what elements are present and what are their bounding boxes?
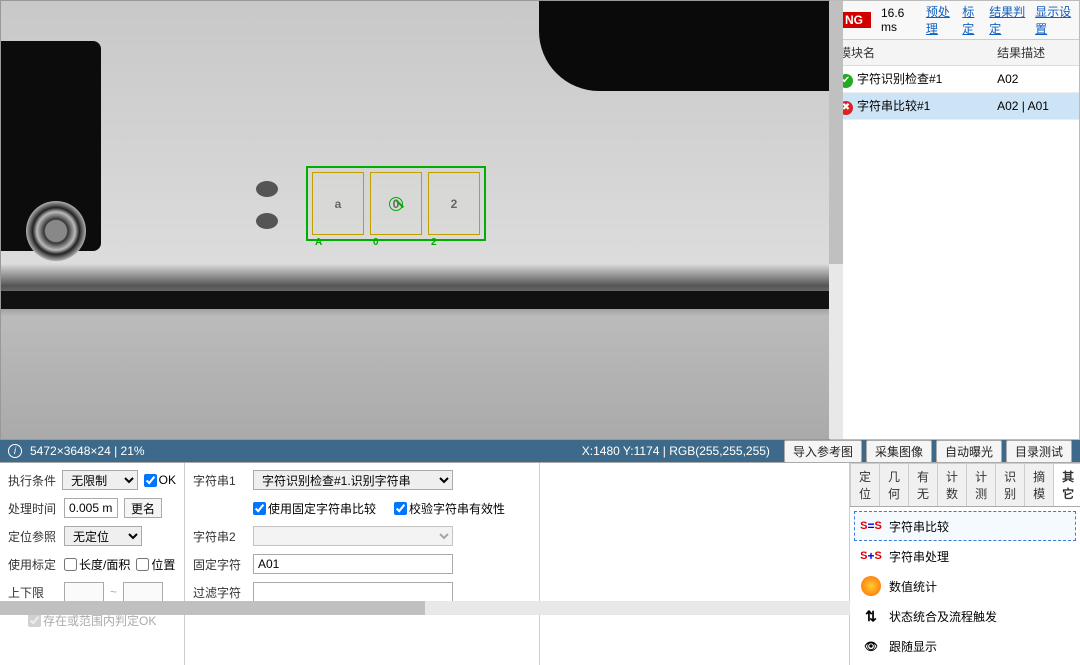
range-min-input [64,582,104,602]
fixed-string-label: 固定字符 [193,556,247,573]
string1-select[interactable]: 字符识别检查#1.识别字符串 [253,470,453,490]
toolbox-tabs: 定位 几何 有无 计数 计测 识别 摘模 其它 [850,463,1080,507]
processing-time: 16.6 ms [881,6,916,34]
part-feature-bolt [26,201,86,261]
tool-string-process[interactable]: S+S 字符串处理 [854,541,1076,571]
range-label: 上下限 [8,584,58,601]
result-row-ng[interactable]: 字符串比较#1A02 | A01 [831,93,1079,120]
lower-hscrollbar[interactable] [0,601,850,615]
range-max-input [123,582,163,602]
ok-checkbox[interactable] [144,474,157,487]
char-box-2: 22 [428,172,480,235]
loc-ref-label: 定位参照 [8,528,58,545]
info-icon: i [8,444,22,458]
viewer-vscrollbar[interactable] [829,1,843,439]
directory-test-button[interactable]: 目录测试 [1006,440,1072,463]
tab-recognize[interactable]: 识别 [995,463,1025,506]
validate-checkbox[interactable] [394,502,407,515]
len-area-checkbox[interactable] [64,558,77,571]
tab-measure[interactable]: 计测 [966,463,996,506]
link-display-settings[interactable]: 显示设置 [1035,3,1073,37]
info-bar: i 5472×3648×24 | 21% X:1480 Y:1174 | RGB… [0,440,1080,462]
result-table: 模块名 结果描述 字符识别检查#1A02 字符串比较#1A02 | A01 [831,40,1079,120]
results-panel: NG 16.6 ms 预处理 标定 结果判定 显示设置 模块名 结果描述 字符识… [830,0,1080,440]
string-compare-panel: 字符串1 字符识别检查#1.识别字符串 使用固定字符串比较 校验字符串有效性 字… [185,463,540,665]
use-calib-label: 使用标定 [8,556,58,573]
tab-count[interactable]: 计数 [937,463,967,506]
string2-select [253,526,453,546]
inspection-image: aA 00 22 [1,1,829,439]
range-ok-checkbox [28,614,41,627]
tab-geometry[interactable]: 几何 [879,463,909,506]
tool-follow-display[interactable]: 👁 跟随显示 [854,631,1076,661]
flow-icon: ⇅ [861,606,881,626]
exec-condition-select[interactable]: 无限制 [62,470,138,490]
link-preprocess[interactable]: 预处理 [926,3,954,37]
part-feature-band [1,291,829,309]
string1-label: 字符串1 [193,472,247,489]
string2-label: 字符串2 [193,528,247,545]
loc-ref-select[interactable]: 无定位 [64,526,142,546]
part-feature-dots [256,181,278,229]
tab-locate[interactable]: 定位 [850,463,880,506]
tab-template[interactable]: 摘模 [1024,463,1054,506]
char-box-0: aA [312,172,364,235]
col-module-name[interactable]: 模块名 [831,40,989,66]
col-result-desc[interactable]: 结果描述 [989,40,1079,66]
tool-string-compare[interactable]: S=S 字符串比较 [854,511,1076,541]
proc-time-label: 处理时间 [8,500,58,517]
tool-state-flow[interactable]: ⇅ 状态统合及流程触发 [854,601,1076,631]
link-calibration[interactable]: 标定 [962,3,981,37]
statistics-icon [861,576,881,596]
string-compare-icon: S=S [861,516,881,536]
capture-image-button[interactable]: 采集图像 [866,440,932,463]
image-viewer[interactable]: aA 00 22 [0,0,830,440]
char-box-1: 00 [370,172,422,235]
use-fixed-checkbox[interactable] [253,502,266,515]
result-row-ok[interactable]: 字符识别检查#1A02 [831,66,1079,93]
filter-string-input[interactable] [253,582,453,602]
module-settings-panel: 执行条件 无限制 OK 处理时间 更名 定位参照 无定位 使用标定 长度/面积 … [0,463,185,665]
tool-statistics[interactable]: 数值统计 [854,571,1076,601]
empty-panel [540,463,850,665]
status-bar: NG 16.6 ms 预处理 标定 结果判定 显示设置 [831,1,1079,40]
position-checkbox[interactable] [136,558,149,571]
part-feature-corner [539,1,829,91]
toolbox-panel: 定位 几何 有无 计数 计测 识别 摘模 其它 S=S 字符串比较 S+S 字符… [850,463,1080,665]
proc-time-input[interactable] [64,498,118,518]
cursor-coordinates: X:1480 Y:1174 | RGB(255,255,255) [582,444,770,458]
ocr-roi[interactable]: aA 00 22 [306,166,486,241]
tab-other[interactable]: 其它 [1053,463,1080,506]
string-process-icon: S+S [861,546,881,566]
filter-string-label: 过滤字符 [193,584,247,601]
fixed-string-input[interactable] [253,554,453,574]
follow-icon: 👁 [861,636,881,656]
target-icon [389,197,403,211]
auto-exposure-button[interactable]: 自动曝光 [936,440,1002,463]
rename-button[interactable]: 更名 [124,498,162,518]
exec-condition-label: 执行条件 [8,472,56,489]
tab-presence[interactable]: 有无 [908,463,938,506]
link-judgment[interactable]: 结果判定 [989,3,1027,37]
image-dimensions: 5472×3648×24 | 21% [30,444,145,458]
import-reference-button[interactable]: 导入参考图 [784,440,862,463]
